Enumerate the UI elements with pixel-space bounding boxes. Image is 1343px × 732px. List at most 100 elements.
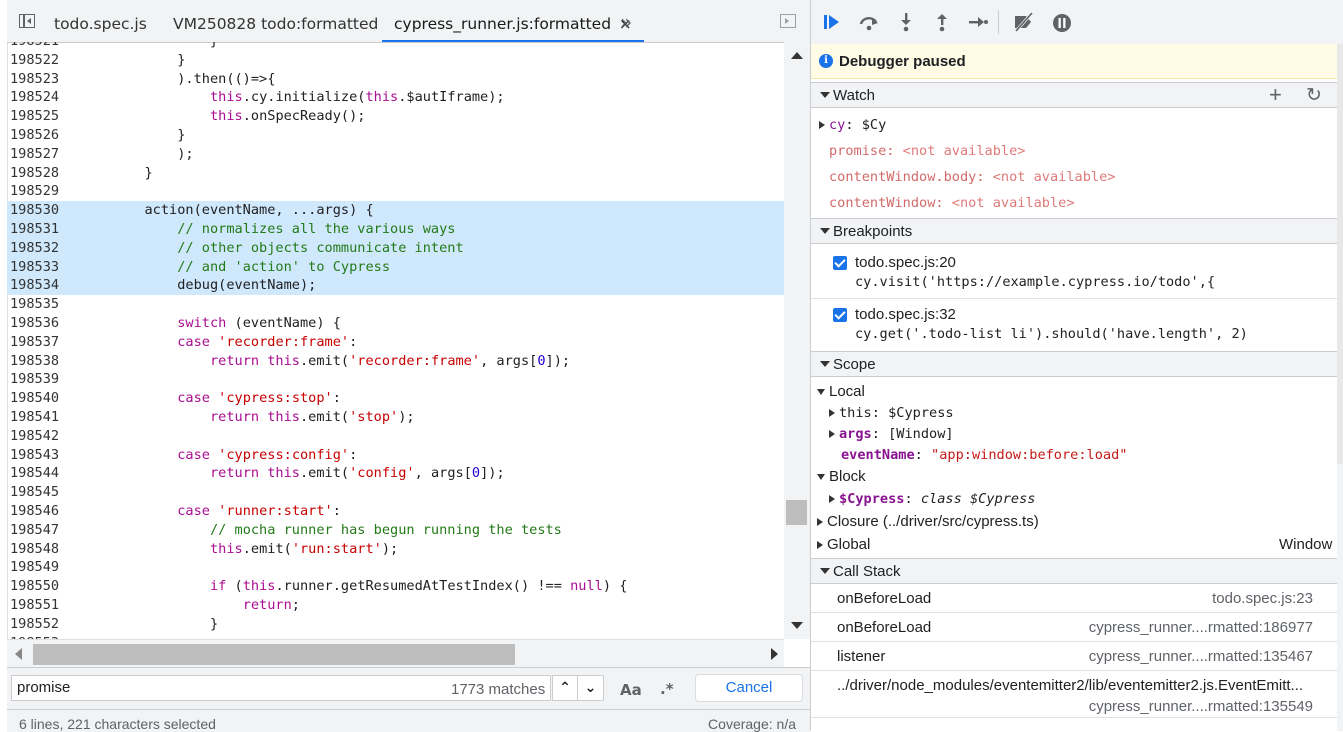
more-tabs-icon[interactable]: »	[620, 10, 632, 34]
code-line[interactable]: 198552 }	[7, 615, 784, 634]
coverage-status[interactable]: Coverage: n/a	[708, 716, 796, 732]
line-number[interactable]: 198524	[7, 88, 69, 107]
previous-match-button[interactable]: ⌃	[552, 675, 578, 701]
step-into-icon[interactable]	[895, 12, 917, 34]
line-number[interactable]: 198545	[7, 483, 69, 502]
expand-arrow-icon[interactable]	[829, 430, 835, 438]
code-line[interactable]: 198551 return;	[7, 596, 784, 615]
line-number[interactable]: 198535	[7, 295, 69, 314]
watch-item[interactable]: cy: $Cy	[819, 115, 886, 135]
line-number[interactable]: 198534	[7, 276, 69, 295]
add-watch-icon[interactable]: +	[1269, 83, 1282, 107]
tab-vm-todo-formatted[interactable]: VM250828 todo:formatted	[173, 0, 378, 42]
line-number[interactable]: 198530	[7, 201, 69, 220]
code-line[interactable]: 198532 // other objects communicate inte…	[7, 238, 784, 258]
expand-arrow-icon[interactable]	[817, 541, 823, 550]
scroll-left-icon[interactable]	[15, 648, 22, 660]
tab-todo-spec[interactable]: todo.spec.js	[54, 0, 147, 42]
line-number[interactable]: 198539	[7, 370, 69, 389]
code-line[interactable]: 198542	[7, 427, 784, 446]
line-number[interactable]: 198521	[7, 42, 69, 51]
scope-closure[interactable]: Closure (../driver/src/cypress.ts)	[817, 512, 1039, 532]
toggle-navigator-icon[interactable]	[19, 14, 35, 28]
expand-arrow-icon[interactable]	[817, 518, 823, 527]
scope-block[interactable]: Block	[817, 467, 866, 487]
next-match-button[interactable]: ⌄	[578, 675, 604, 701]
refresh-watch-icon[interactable]: ↻	[1306, 84, 1322, 108]
line-number[interactable]: 198532	[7, 239, 69, 258]
scroll-up-icon[interactable]	[791, 52, 803, 59]
code-line[interactable]: 198544 return this.emit('config', args[0…	[7, 464, 784, 483]
line-number[interactable]: 198548	[7, 540, 69, 559]
code-line[interactable]: 198533 // and 'action' to Cypress	[7, 257, 784, 277]
code-line[interactable]: 198522 }	[7, 51, 784, 70]
step-icon[interactable]	[967, 12, 989, 34]
code-line[interactable]: 198539	[7, 370, 784, 389]
match-case-button[interactable]: Aa	[620, 681, 642, 699]
code-line[interactable]: 198525 this.onSpecReady();	[7, 107, 784, 126]
watch-section-header[interactable]: Watch + ↻	[811, 82, 1337, 108]
code-line[interactable]: 198541 return this.emit('stop');	[7, 408, 784, 427]
code-line[interactable]: 198538 return this.emit('recorder:frame'…	[7, 352, 784, 371]
scroll-down-icon[interactable]	[791, 622, 803, 629]
code-line[interactable]: 198521 }	[7, 42, 784, 51]
code-line[interactable]: 198527 );	[7, 145, 784, 164]
code-line[interactable]: 198528 }	[7, 164, 784, 183]
breakpoints-section-header[interactable]: Breakpoints	[811, 218, 1337, 244]
scrollbar-thumb[interactable]	[33, 644, 515, 665]
line-number[interactable]: 198525	[7, 107, 69, 126]
line-number[interactable]: 198542	[7, 427, 69, 446]
line-number[interactable]: 198541	[7, 408, 69, 427]
deactivate-breakpoints-icon[interactable]	[1012, 12, 1034, 34]
code-line[interactable]: 198524 this.cy.initialize(this.$autIfram…	[7, 88, 784, 107]
line-number[interactable]: 198544	[7, 464, 69, 483]
call-frame-location[interactable]: cypress_runner....rmatted:186977	[1089, 619, 1313, 636]
call-frame[interactable]: ../driver/node_modules/eventemitter2/lib…	[811, 671, 1337, 718]
code-line[interactable]: 198537 case 'recorder:frame':	[7, 333, 784, 352]
line-number[interactable]: 198552	[7, 615, 69, 634]
line-number[interactable]: 198537	[7, 333, 69, 352]
code-line[interactable]: 198530 action(eventName, ...args) {	[7, 201, 784, 220]
line-number[interactable]: 198543	[7, 446, 69, 465]
code-line[interactable]: 198548 this.emit('run:start');	[7, 540, 784, 559]
line-number[interactable]: 198540	[7, 389, 69, 408]
scrollbar-thumb[interactable]	[1337, 44, 1343, 464]
code-line[interactable]: 198531 // normalizes all the various way…	[7, 219, 784, 239]
code-line[interactable]: 198529	[7, 182, 784, 201]
scope-global[interactable]: Global	[817, 535, 870, 555]
scope-section-header[interactable]: Scope	[811, 351, 1337, 377]
scope-local[interactable]: Local	[817, 382, 865, 402]
line-number[interactable]: 198526	[7, 126, 69, 145]
line-number[interactable]: 198550	[7, 577, 69, 596]
line-number[interactable]: 198536	[7, 314, 69, 333]
cancel-button[interactable]: Cancel	[695, 674, 803, 702]
step-over-icon[interactable]	[858, 12, 880, 34]
code-line[interactable]: 198540 case 'cypress:stop':	[7, 389, 784, 408]
tab-cypress-runner-formatted[interactable]: cypress_runner.js:formatted ×	[382, 0, 644, 42]
code-editor[interactable]: 198521 }198522 }198523 ).then(()=>{19852…	[7, 42, 784, 639]
code-line[interactable]: 198547 // mocha runner has begun running…	[7, 521, 784, 540]
breakpoint-checkbox[interactable]	[833, 256, 847, 270]
sidebar-scrollbar[interactable]	[1337, 44, 1343, 731]
code-line[interactable]: 198549	[7, 558, 784, 577]
line-number[interactable]: 198533	[7, 258, 69, 277]
line-number[interactable]: 198529	[7, 182, 69, 201]
watch-item[interactable]: contentWindow.body: <not available>	[829, 167, 1115, 187]
call-frame[interactable]: listener cypress_runner....rmatted:13546…	[811, 642, 1337, 671]
scope-variable[interactable]: eventName: "app:window:before:load"	[841, 445, 1127, 465]
line-number[interactable]: 198551	[7, 596, 69, 615]
horizontal-scrollbar[interactable]	[7, 639, 784, 668]
expand-arrow-icon[interactable]	[829, 409, 835, 417]
watch-item[interactable]: contentWindow: <not available>	[829, 193, 1075, 213]
scope-variable[interactable]: this: $Cypress	[829, 403, 954, 423]
watch-item[interactable]: promise: <not available>	[829, 141, 1025, 161]
call-frame-location[interactable]: cypress_runner....rmatted:135549	[1089, 698, 1313, 715]
line-number[interactable]: 198549	[7, 558, 69, 577]
vertical-scrollbar[interactable]	[784, 42, 810, 639]
line-number[interactable]: 198528	[7, 164, 69, 183]
code-line[interactable]: 198523 ).then(()=>{	[7, 70, 784, 89]
code-line[interactable]: 198546 case 'runner:start':	[7, 502, 784, 521]
regex-button[interactable]: .*	[660, 680, 674, 698]
resume-icon[interactable]	[821, 12, 843, 34]
line-number[interactable]: 198547	[7, 521, 69, 540]
